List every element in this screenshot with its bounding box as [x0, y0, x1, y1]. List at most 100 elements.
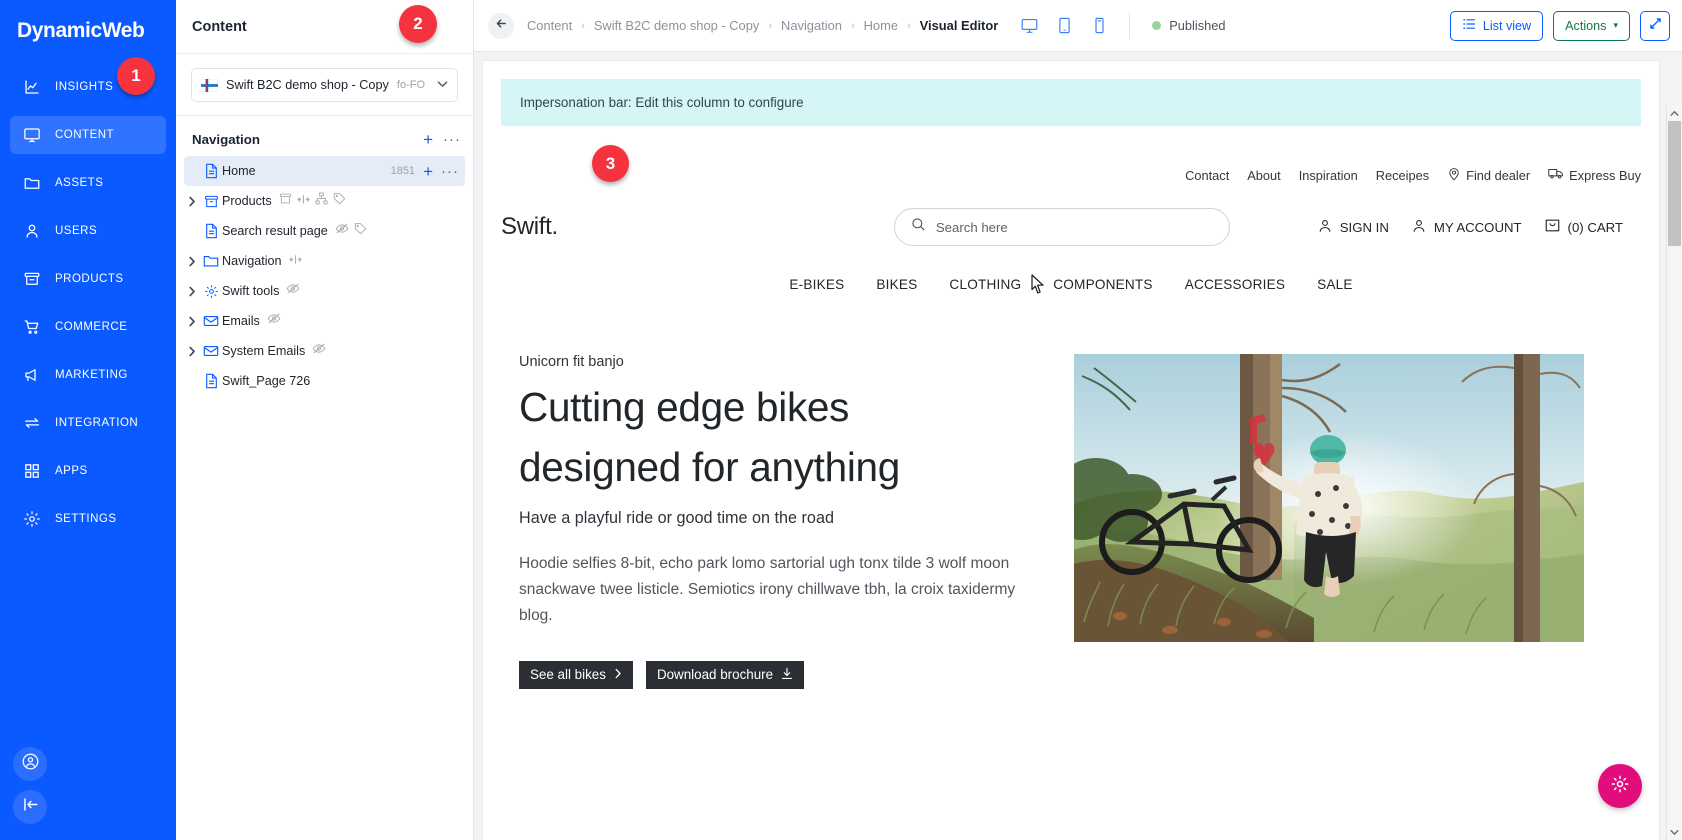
sidebar-item-label: MARKETING: [55, 369, 128, 381]
expand-fullscreen-button[interactable]: [1640, 10, 1670, 41]
tree-item-badges: [312, 342, 326, 360]
envelope-icon: [200, 314, 222, 328]
sidebar-item-assets[interactable]: ASSETS: [10, 164, 166, 202]
chevron-right-icon[interactable]: [184, 286, 200, 297]
main-nav-item-clothing[interactable]: CLOTHING: [949, 277, 1021, 292]
util-link-about[interactable]: About: [1247, 168, 1280, 183]
util-link-find-dealer[interactable]: Find dealer: [1447, 167, 1530, 184]
hero-body-text: Hoodie selfies 8-bit, echo park lomo sar…: [519, 554, 1016, 624]
sidebar-item-commerce[interactable]: COMMERCE: [10, 308, 166, 346]
hero-section: Unicorn fit banjo Cutting edge bikes des…: [483, 312, 1659, 689]
tree-item-more-button[interactable]: ···: [441, 164, 459, 179]
tree-item-label: System Emails: [222, 344, 306, 358]
sidebar-item-users[interactable]: USERS: [10, 212, 166, 250]
preview-scrollbar[interactable]: [1666, 105, 1682, 840]
main-nav-item-sale[interactable]: SALE: [1317, 277, 1353, 292]
tree-item-label: Home: [222, 164, 256, 178]
util-link-express-buy[interactable]: Express Buy: [1548, 167, 1641, 183]
tree-item-swift-tools[interactable]: Swift tools: [184, 276, 465, 306]
gear-icon: [200, 284, 222, 299]
main-nav-item-e-bikes[interactable]: E-BIKES: [789, 277, 844, 292]
sidebar-item-label: ASSETS: [55, 177, 104, 189]
breadcrumb-item-site[interactable]: Swift B2C demo shop - Copy: [594, 18, 760, 33]
mobile-icon[interactable]: [1090, 16, 1109, 35]
breadcrumb-separator: ›: [907, 19, 911, 32]
cart-link[interactable]: (0) CART: [1544, 217, 1623, 237]
tree-item-emails[interactable]: Emails: [184, 306, 465, 336]
tree-item-add-button[interactable]: +: [423, 163, 433, 180]
tree-item-badges: [335, 222, 367, 240]
tag-icon: [333, 192, 346, 210]
settings-fab-button[interactable]: [1598, 764, 1642, 808]
desktop-icon[interactable]: [1020, 16, 1039, 35]
actions-button[interactable]: Actions ▾: [1553, 10, 1630, 41]
archive-box-icon: [200, 194, 222, 209]
app-root: DynamicWeb INSIGHTS CONTENT ASSETS USERS…: [0, 0, 1682, 840]
folder-icon: [22, 174, 41, 193]
gear-icon: [1610, 774, 1630, 799]
main-nav-item-accessories[interactable]: ACCESSORIES: [1185, 277, 1285, 292]
hidden-eye-icon: [312, 342, 326, 360]
sidebar-items: INSIGHTS CONTENT ASSETS USERS PRODUCTS C…: [0, 62, 176, 538]
user-icon: [1317, 218, 1333, 237]
tree-item-search-result-page[interactable]: Search result page: [184, 216, 465, 246]
breadcrumb-item-visual-editor: Visual Editor: [919, 18, 999, 33]
toolbar-right-actions: List view Actions ▾: [1449, 10, 1670, 41]
navigation-more-button[interactable]: ···: [443, 132, 461, 147]
envelope-icon: [200, 344, 222, 358]
chevron-right-icon[interactable]: [184, 346, 200, 357]
site-selector[interactable]: Swift B2C demo shop - Copy fo-FO: [191, 68, 458, 102]
annotation-badge-1: 1: [117, 57, 155, 95]
add-page-button[interactable]: +: [423, 131, 433, 148]
download-icon: [781, 667, 793, 683]
see-all-bikes-button[interactable]: See all bikes: [519, 660, 633, 689]
scroll-down-button[interactable]: [1667, 824, 1682, 840]
impersonation-bar[interactable]: Impersonation bar: Edit this column to c…: [501, 79, 1641, 126]
tree-item-home[interactable]: Home 1851 + ···: [184, 156, 465, 186]
chevron-right-icon[interactable]: [184, 316, 200, 327]
sidebar-item-label: INSIGHTS: [55, 81, 114, 93]
tree-item-system-emails[interactable]: System Emails: [184, 336, 465, 366]
tree-item-swift-page-726[interactable]: Swift_Page 726: [184, 366, 465, 396]
main-nav-item-components[interactable]: COMPONENTS: [1053, 277, 1152, 292]
site-logo[interactable]: Swift.: [501, 213, 558, 241]
search-input[interactable]: Search here: [893, 208, 1230, 246]
main-nav-item-bikes[interactable]: BIKES: [876, 277, 917, 292]
sidebar-item-products[interactable]: PRODUCTS: [10, 260, 166, 298]
sidebar-item-marketing[interactable]: MARKETING: [10, 356, 166, 394]
sidebar-item-integration[interactable]: INTEGRATION: [10, 404, 166, 442]
sidebar-item-content[interactable]: CONTENT: [10, 116, 166, 154]
util-link-receipes[interactable]: Receipes: [1376, 168, 1429, 183]
main-area: Content › Swift B2C demo shop - Copy › N…: [474, 0, 1682, 840]
sidebar-item-apps[interactable]: APPS: [10, 452, 166, 490]
preview-wrapper: Impersonation bar: Edit this column to c…: [474, 52, 1682, 840]
scroll-up-button[interactable]: [1667, 105, 1682, 121]
sign-in-link[interactable]: SIGN IN: [1317, 218, 1389, 237]
my-account-link[interactable]: MY ACCOUNT: [1411, 218, 1522, 237]
sidebar-item-settings[interactable]: SETTINGS: [10, 500, 166, 538]
download-brochure-button[interactable]: Download brochure: [645, 660, 805, 689]
back-button[interactable]: [488, 12, 514, 39]
list-view-button[interactable]: List view: [1449, 10, 1544, 41]
breadcrumb-item-home[interactable]: Home: [864, 18, 898, 33]
chevron-right-icon[interactable]: [184, 196, 200, 207]
tablet-icon[interactable]: [1055, 16, 1074, 35]
account-circle-button[interactable]: [13, 747, 47, 781]
tree-item-label: Navigation: [222, 254, 282, 268]
user-icon: [22, 222, 41, 241]
collapse-panel-button[interactable]: [13, 790, 47, 824]
scrollbar-thumb[interactable]: [1668, 121, 1681, 246]
tree-item-navigation[interactable]: Navigation: [184, 246, 465, 276]
breadcrumb-item-content[interactable]: Content: [527, 18, 572, 33]
breadcrumb-separator: ›: [768, 19, 773, 32]
util-link-inspiration[interactable]: Inspiration: [1299, 168, 1358, 183]
tree-item-products[interactable]: Products: [184, 186, 465, 216]
chevron-right-icon[interactable]: [184, 256, 200, 267]
tree-item-label: Search result page: [222, 224, 328, 238]
content-panel: Content Swift B2C demo shop - Copy fo-FO…: [176, 0, 474, 840]
util-link-contact[interactable]: Contact: [1185, 168, 1229, 183]
breadcrumb-item-navigation[interactable]: Navigation: [781, 18, 842, 33]
util-link-label: Express Buy: [1569, 167, 1641, 183]
bag-icon: [1544, 217, 1561, 237]
breadcrumb: Content › Swift B2C demo shop - Copy › N…: [527, 18, 998, 33]
